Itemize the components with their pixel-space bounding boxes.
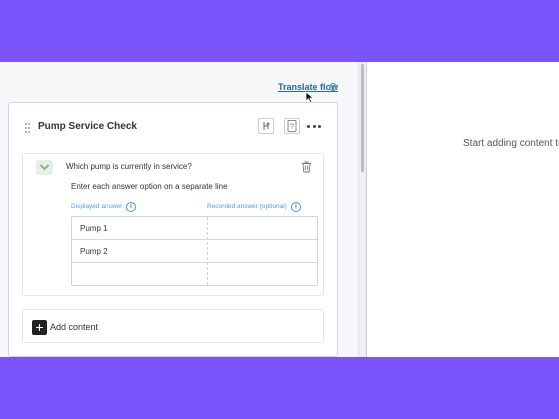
answer-row: Pump 1: [72, 217, 317, 240]
more-options-icon[interactable]: [306, 118, 322, 134]
help-button[interactable]: ?: [284, 118, 300, 134]
preview-empty-message: Start adding content to this flow: [463, 138, 559, 149]
plus-icon: +: [32, 320, 47, 335]
svg-text:?: ?: [290, 124, 294, 131]
preview-pane: Start adding content to this flow: [367, 62, 559, 357]
answer-row: Pump 2: [72, 240, 317, 263]
answer-hint: Enter each answer option on a separate l…: [71, 182, 228, 191]
answer-table: Pump 1 Pump 2: [71, 216, 318, 286]
flow-title[interactable]: Pump Service Check: [38, 121, 137, 132]
drag-handle-icon[interactable]: [25, 123, 31, 133]
help-icon: ?: [287, 120, 297, 132]
flow-card: Pump Service Check ? Which pump is curre…: [8, 102, 338, 357]
add-content-label: Add content: [50, 322, 99, 332]
add-content-button[interactable]: + Add content: [22, 309, 324, 343]
recorded-answer-label: Recorded answer (optional): [207, 203, 287, 210]
top-background-band: [0, 0, 559, 62]
scrollbar-thumb[interactable]: [361, 64, 364, 172]
bottom-background-band: [0, 357, 559, 419]
trash-icon[interactable]: [301, 161, 312, 173]
branch-icon: [263, 122, 270, 130]
recorded-answer-info-icon[interactable]: i: [291, 202, 301, 212]
displayed-answer-cell[interactable]: Pump 1: [80, 224, 108, 233]
question-block: Which pump is currently in service? Ente…: [22, 153, 324, 296]
flow-editor-pane: Translate flow i Pump Service Check ? Wh…: [0, 62, 358, 357]
branch-button[interactable]: [258, 118, 274, 134]
displayed-answer-info-icon[interactable]: i: [126, 202, 136, 212]
editor-app: Translate flow i Pump Service Check ? Wh…: [0, 62, 559, 357]
translate-info-icon[interactable]: i: [329, 83, 337, 91]
answer-row: [72, 263, 317, 286]
displayed-answer-label: Displayed answer: [71, 203, 123, 210]
collapse-button[interactable]: [36, 160, 53, 175]
chevron-down-icon: [40, 164, 49, 171]
displayed-answer-cell[interactable]: Pump 2: [80, 247, 108, 256]
question-text[interactable]: Which pump is currently in service?: [66, 162, 192, 171]
